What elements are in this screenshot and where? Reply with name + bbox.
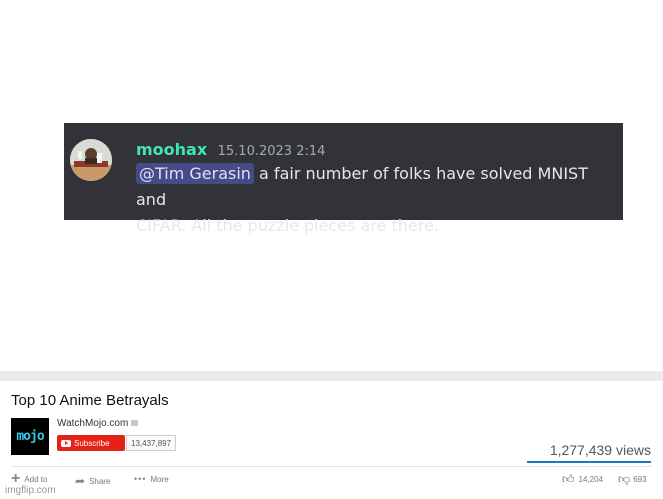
subscribe-label: Subscribe <box>74 438 110 448</box>
user-avatar[interactable] <box>70 139 112 181</box>
verified-icon <box>131 420 139 427</box>
channel-name[interactable]: WatchMojo.com <box>57 418 128 429</box>
sentiment-bar <box>527 461 651 463</box>
subscriber-count: 13,437,897 <box>126 435 177 451</box>
channel-name-row: WatchMojo.com <box>57 418 139 429</box>
view-count: 1,277,439 views <box>549 442 651 458</box>
more-label: More <box>150 474 169 484</box>
plus-icon: + <box>11 470 21 487</box>
user-mention[interactable]: @Tim Gerasin <box>136 163 254 184</box>
like-button[interactable]: 👍︎ 14,204 <box>562 472 603 487</box>
share-label: Share <box>89 476 111 486</box>
add-to-label: Add to <box>24 474 48 484</box>
like-count: 14,204 <box>578 475 604 484</box>
message-content: @Tim Gerasin a fair number of folks have… <box>136 161 616 239</box>
action-divider <box>11 466 652 467</box>
share-button[interactable]: ➦ Share <box>75 474 110 488</box>
channel-logo[interactable]: mojo <box>11 418 49 455</box>
message-header: moohax 15.10.2023 2:14 <box>136 140 325 160</box>
username[interactable]: moohax <box>136 140 207 159</box>
more-button[interactable]: ••• More <box>134 474 169 484</box>
discord-message: moohax 15.10.2023 2:14 @Tim Gerasin a fa… <box>64 123 623 235</box>
message-text-line2: CIFAR. All the puzzle pieces are there. <box>136 216 439 235</box>
more-dots-icon: ••• <box>134 474 147 484</box>
video-title: Top 10 Anime Betrayals <box>11 392 169 409</box>
avatar-image <box>70 139 112 181</box>
section-separator <box>0 371 663 381</box>
thumbs-up-icon: 👍︎ <box>562 472 575 486</box>
youtube-icon <box>61 439 71 447</box>
thumbs-down-icon: 👎︎ <box>618 472 631 486</box>
add-to-button[interactable]: + Add to <box>11 470 48 487</box>
message-timestamp: 15.10.2023 2:14 <box>217 144 326 159</box>
share-arrow-icon: ➦ <box>75 474 86 488</box>
dislike-button[interactable]: 👎︎ 693 <box>618 472 647 487</box>
dislike-count: 693 <box>633 475 647 484</box>
imgflip-watermark: imgflip.com <box>5 485 56 496</box>
subscribe-button[interactable]: Subscribe <box>57 435 125 451</box>
